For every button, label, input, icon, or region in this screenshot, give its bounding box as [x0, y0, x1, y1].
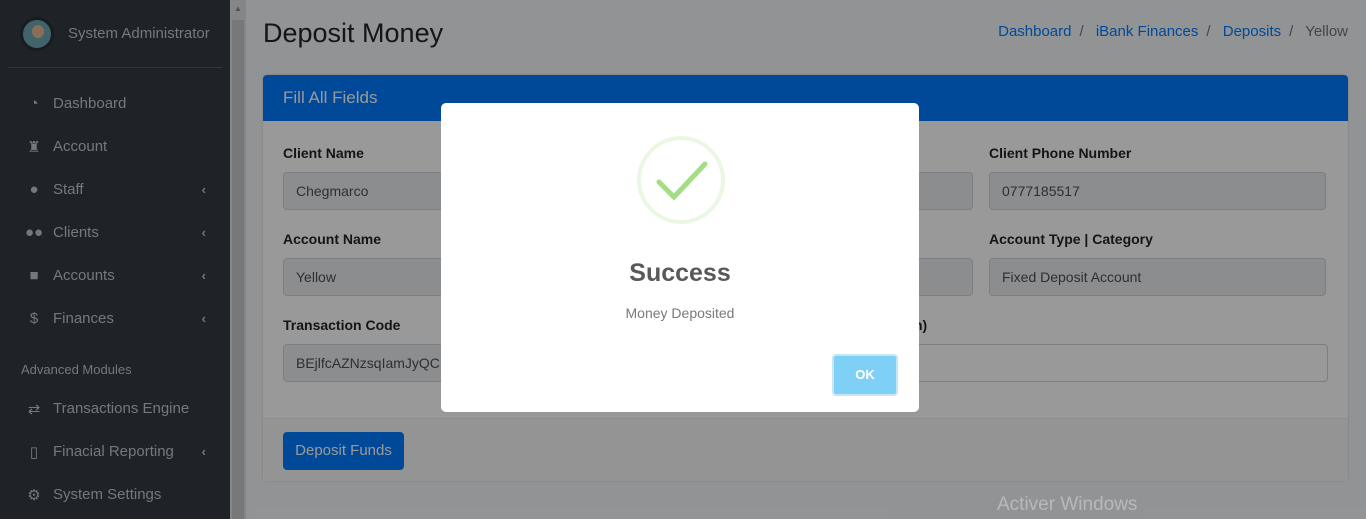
dialog-message: Money Deposited	[625, 305, 735, 321]
success-dialog: Success Money Deposited OK	[441, 103, 919, 412]
dialog-title: Success	[629, 259, 731, 287]
ok-button[interactable]: OK	[832, 354, 898, 396]
windows-activation-watermark: Activer Windows	[997, 494, 1138, 515]
check-icon	[637, 136, 725, 224]
